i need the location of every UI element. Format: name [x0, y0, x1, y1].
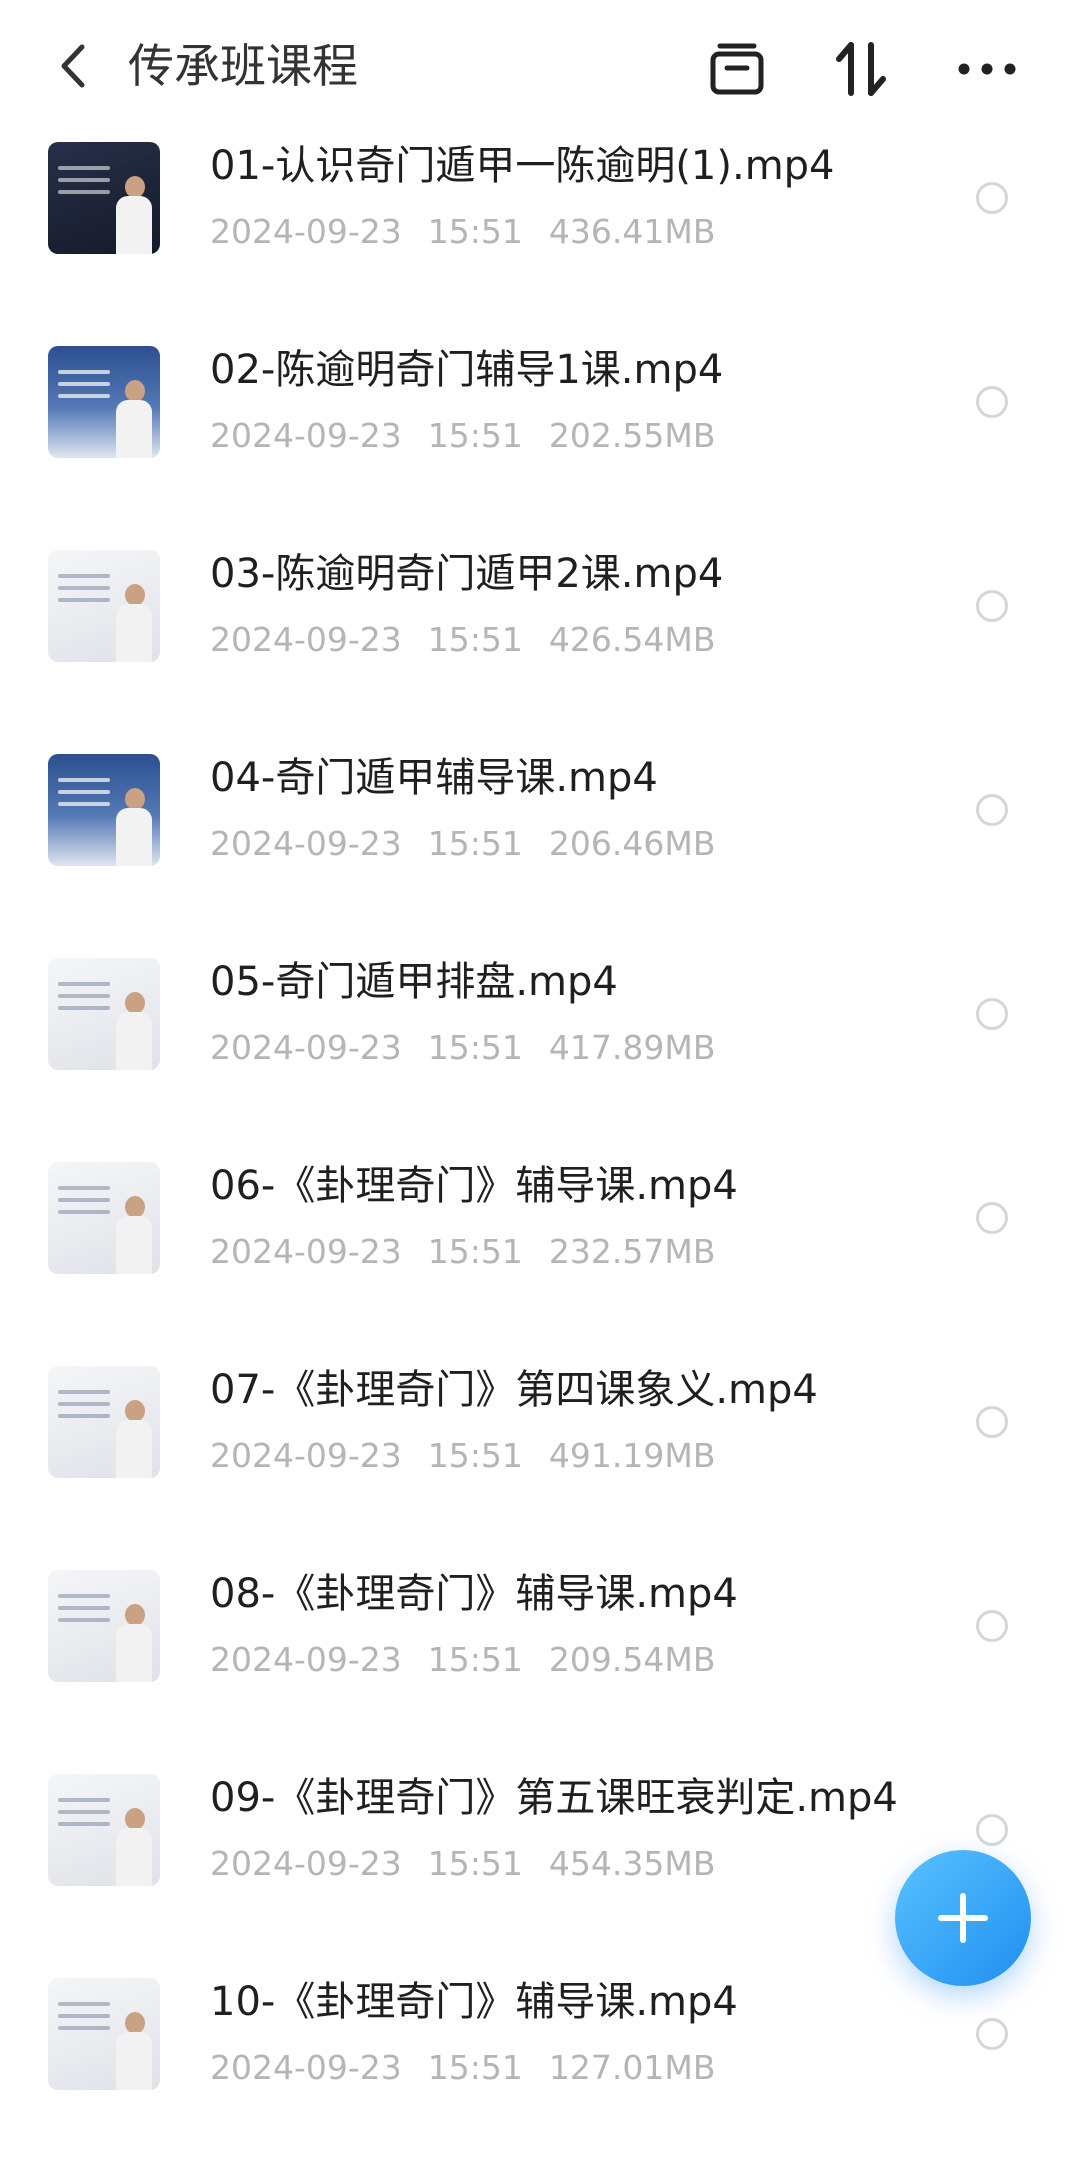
file-size: 436.41MB [548, 212, 716, 251]
file-time: 15:51 [427, 1844, 523, 1883]
select-radio[interactable] [976, 1202, 1008, 1234]
more-icon [958, 63, 1016, 75]
sort-icon [836, 42, 886, 96]
sort-button[interactable] [828, 36, 894, 102]
file-size: 209.54MB [548, 1640, 716, 1679]
video-thumbnail [48, 1570, 160, 1682]
video-thumbnail [48, 1366, 160, 1478]
app-header: 传承班课程 [0, 0, 1080, 130]
more-button[interactable] [954, 36, 1020, 102]
archive-box-icon [710, 43, 764, 95]
file-name: 06-《卦理奇门》辅导课.mp4 [210, 1163, 738, 1209]
file-size: 202.55MB [548, 416, 716, 455]
file-meta: 2024-09-23 15:51 206.46MB [210, 822, 741, 866]
select-radio[interactable] [976, 182, 1008, 214]
file-name: 02-陈逾明奇门辅导1课.mp4 [210, 347, 724, 393]
video-thumbnail [48, 346, 160, 458]
video-thumbnail [48, 1978, 160, 2090]
video-thumbnail [48, 1162, 160, 1274]
page-title: 传承班课程 [128, 39, 358, 93]
file-row[interactable]: 08-《卦理奇门》辅导课.mp4 2024-09-23 15:51 209.54MB [0, 1558, 1080, 1762]
file-time: 15:51 [427, 416, 523, 455]
file-meta: 2024-09-23 15:51 209.54MB [210, 1638, 741, 1682]
video-thumbnail [48, 550, 160, 662]
file-row[interactable]: 03-陈逾明奇门遁甲2课.mp4 2024-09-23 15:51 426.54MB [0, 538, 1080, 742]
select-radio[interactable] [976, 1610, 1008, 1642]
file-size: 417.89MB [548, 1028, 716, 1067]
file-size: 127.01MB [548, 2048, 716, 2087]
file-date: 2024-09-23 [210, 1436, 402, 1475]
file-row[interactable]: 02-陈逾明奇门辅导1课.mp4 2024-09-23 15:51 202.55MB [0, 334, 1080, 538]
file-name: 01-认识奇门遁甲一陈逾明(1).mp4 [210, 143, 835, 189]
file-size: 232.57MB [548, 1232, 716, 1271]
file-size: 454.35MB [548, 1844, 716, 1883]
select-radio[interactable] [976, 590, 1008, 622]
back-button[interactable] [48, 36, 98, 96]
file-name: 07-《卦理奇门》第四课象义.mp4 [210, 1367, 818, 1413]
file-meta: 2024-09-23 15:51 127.01MB [210, 2046, 741, 2090]
plus-icon [938, 1893, 988, 1943]
file-time: 15:51 [427, 212, 523, 251]
file-date: 2024-09-23 [210, 212, 402, 251]
file-size: 491.19MB [548, 1436, 716, 1475]
video-thumbnail [48, 754, 160, 866]
file-date: 2024-09-23 [210, 824, 402, 863]
select-radio[interactable] [976, 1814, 1008, 1846]
file-date: 2024-09-23 [210, 1232, 402, 1271]
select-radio[interactable] [976, 1406, 1008, 1438]
file-name: 10-《卦理奇门》辅导课.mp4 [210, 1979, 738, 2025]
file-time: 15:51 [427, 1232, 523, 1271]
file-row[interactable]: 06-《卦理奇门》辅导课.mp4 2024-09-23 15:51 232.57MB [0, 1150, 1080, 1354]
video-thumbnail [48, 1774, 160, 1886]
select-radio[interactable] [976, 998, 1008, 1030]
file-name: 04-奇门遁甲辅导课.mp4 [210, 755, 658, 801]
file-meta: 2024-09-23 15:51 202.55MB [210, 414, 741, 458]
file-size: 206.46MB [548, 824, 716, 863]
video-thumbnail [48, 142, 160, 254]
video-thumbnail [48, 958, 160, 1070]
select-radio[interactable] [976, 794, 1008, 826]
file-date: 2024-09-23 [210, 620, 402, 659]
file-date: 2024-09-23 [210, 416, 402, 455]
file-time: 15:51 [427, 2048, 523, 2087]
add-button[interactable] [895, 1850, 1031, 1986]
file-row[interactable]: 04-奇门遁甲辅导课.mp4 2024-09-23 15:51 206.46MB [0, 742, 1080, 946]
file-list: 01-认识奇门遁甲一陈逾明(1).mp4 2024-09-23 15:51 436.4… [0, 130, 1080, 2170]
file-name: 05-奇门遁甲排盘.mp4 [210, 959, 618, 1005]
file-name: 08-《卦理奇门》辅导课.mp4 [210, 1571, 738, 1617]
file-row[interactable]: 01-认识奇门遁甲一陈逾明(1).mp4 2024-09-23 15:51 436.4… [0, 130, 1080, 334]
file-size: 426.54MB [548, 620, 716, 659]
file-date: 2024-09-23 [210, 1640, 402, 1679]
file-time: 15:51 [427, 1640, 523, 1679]
file-date: 2024-09-23 [210, 2048, 402, 2087]
back-icon [61, 44, 85, 88]
file-meta: 2024-09-23 15:51 454.35MB [210, 1842, 741, 1886]
file-name: 09-《卦理奇门》第五课旺衰判定.mp4 [210, 1775, 898, 1821]
file-row[interactable]: 10-《卦理奇门》辅导课.mp4 2024-09-23 15:51 127.01MB [0, 1966, 1080, 2170]
file-date: 2024-09-23 [210, 1028, 402, 1067]
file-time: 15:51 [427, 620, 523, 659]
file-row[interactable]: 05-奇门遁甲排盘.mp4 2024-09-23 15:51 417.89MB [0, 946, 1080, 1150]
select-radio[interactable] [976, 386, 1008, 418]
file-meta: 2024-09-23 15:51 417.89MB [210, 1026, 741, 1070]
file-meta: 2024-09-23 15:51 436.41MB [210, 210, 741, 254]
file-meta: 2024-09-23 15:51 491.19MB [210, 1434, 741, 1478]
archive-button[interactable] [704, 36, 770, 102]
file-time: 15:51 [427, 1436, 523, 1475]
file-meta: 2024-09-23 15:51 232.57MB [210, 1230, 741, 1274]
file-time: 15:51 [427, 824, 523, 863]
file-date: 2024-09-23 [210, 1844, 402, 1883]
file-name: 03-陈逾明奇门遁甲2课.mp4 [210, 551, 724, 597]
file-time: 15:51 [427, 1028, 523, 1067]
file-meta: 2024-09-23 15:51 426.54MB [210, 618, 741, 662]
select-radio[interactable] [976, 2018, 1008, 2050]
file-row[interactable]: 07-《卦理奇门》第四课象义.mp4 2024-09-23 15:51 491.19M… [0, 1354, 1080, 1558]
